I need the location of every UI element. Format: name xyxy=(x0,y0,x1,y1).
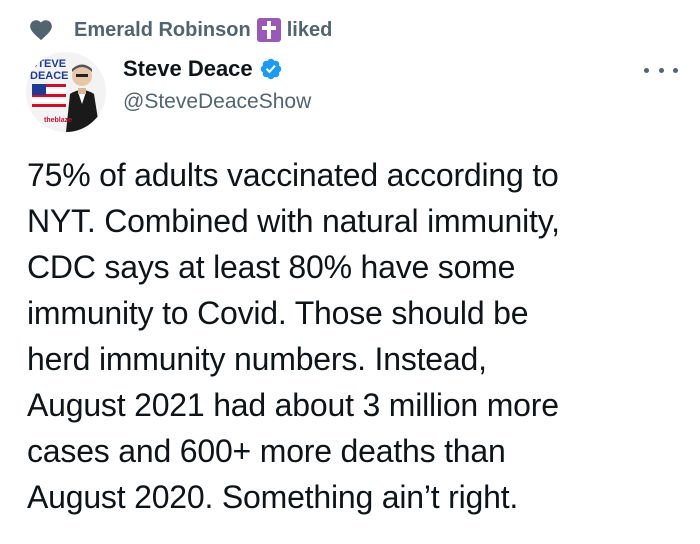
liker-name[interactable]: Emerald Robinson xyxy=(74,19,251,42)
more-dot xyxy=(673,67,678,73)
author-handle[interactable]: @SteveDeaceShow xyxy=(123,90,311,114)
tweet-text: 75% of adults vaccinated according to NY… xyxy=(27,157,560,515)
verified-badge-icon xyxy=(260,58,281,80)
author-name-row[interactable]: Steve Deace xyxy=(123,56,283,82)
latin-cross-icon xyxy=(256,18,281,42)
liked-by-text[interactable]: Emerald Robinson liked xyxy=(74,18,332,42)
social-context: Emerald Robinson liked xyxy=(28,14,332,46)
liked-label: liked xyxy=(286,18,333,41)
avatar-text-top: STEVE xyxy=(30,58,66,70)
avatar-badge-text: theblaze xyxy=(44,117,72,124)
more-dot xyxy=(644,67,649,73)
avatar[interactable]: STEVE DEACE theblaze xyxy=(26,52,106,132)
avatar-text-bottom: DEACE xyxy=(30,70,69,82)
more-dot xyxy=(658,67,664,73)
author-display-name[interactable]: Steve Deace xyxy=(123,56,253,82)
heart-icon xyxy=(30,20,52,41)
more-options-icon[interactable] xyxy=(644,58,678,82)
